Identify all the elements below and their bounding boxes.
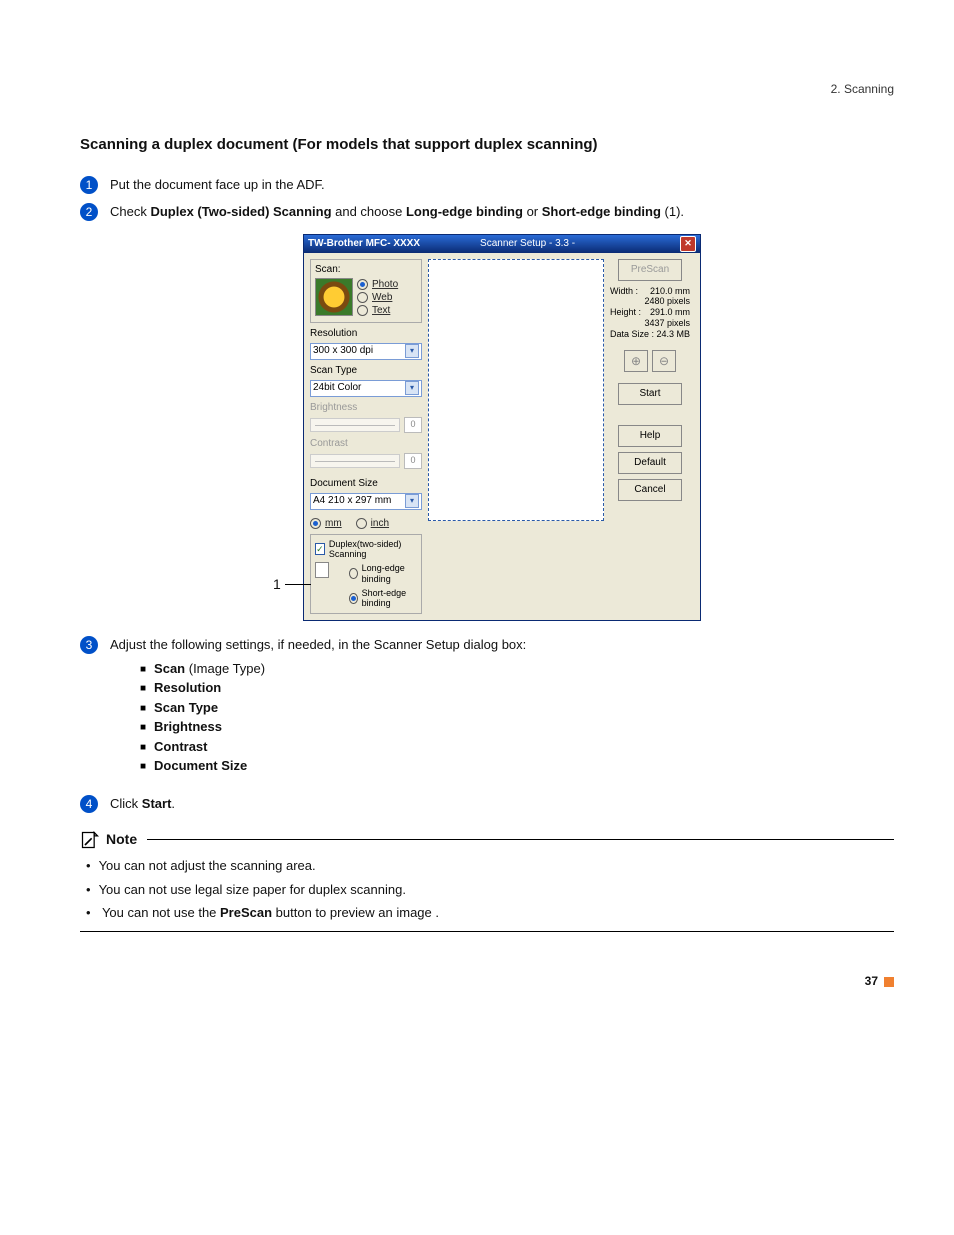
close-icon[interactable]: ✕ [680, 236, 696, 252]
step-3: 3 Adjust the following settings, if need… [80, 635, 894, 786]
note-item: You can not adjust the scanning area. [86, 856, 894, 876]
step-2-text: Check Duplex (Two-sided) Scanning and ch… [110, 202, 894, 222]
scanner-dialog: TW-Brother MFC- XXXX Scanner Setup - 3.3… [303, 234, 701, 622]
docsize-label: Document Size [310, 478, 422, 490]
step-1-text: Put the document face up in the ADF. [110, 175, 894, 195]
preview-area [428, 259, 604, 521]
prescan-button[interactable]: PreScan [618, 259, 682, 281]
default-button[interactable]: Default [618, 452, 682, 474]
unit-inch-radio[interactable]: inch [356, 518, 389, 530]
scantype-dropdown[interactable]: 24bit Color▾ [310, 380, 422, 397]
checkbox-icon: ✓ [315, 543, 325, 555]
cancel-button[interactable]: Cancel [618, 479, 682, 501]
long-edge-radio[interactable]: Long-edge binding [349, 563, 417, 585]
help-button[interactable]: Help [618, 425, 682, 447]
resolution-label: Resolution [310, 328, 422, 340]
scan-group: Scan: Photo Web Text [310, 259, 422, 323]
zoom-out-icon[interactable]: ⊖ [652, 350, 676, 372]
start-button[interactable]: Start [618, 383, 682, 405]
step-3-number: 3 [80, 636, 98, 654]
contrast-label: Contrast [310, 438, 422, 450]
scan-photo-radio[interactable]: Photo [357, 279, 398, 291]
note-label: Note [106, 829, 137, 850]
note-heading: Note [80, 829, 894, 850]
contrast-slider[interactable]: 0 [310, 453, 422, 469]
step-2: 2 Check Duplex (Two-sided) Scanning and … [80, 202, 894, 222]
step-4-number: 4 [80, 795, 98, 813]
scantype-label: Scan Type [310, 365, 422, 377]
short-edge-radio[interactable]: Short-edge binding [349, 588, 417, 610]
step-4: 4 Click Start. [80, 794, 894, 814]
scan-thumbnail [315, 278, 353, 316]
note-list: You can not adjust the scanning area. Yo… [80, 856, 894, 923]
chevron-down-icon: ▾ [405, 381, 419, 395]
chevron-down-icon: ▾ [405, 494, 419, 508]
step-2-number: 2 [80, 203, 98, 221]
brightness-slider[interactable]: 0 [310, 417, 422, 433]
dialog-setup-title: Scanner Setup - 3.3 - [480, 238, 575, 250]
chevron-down-icon: ▾ [405, 344, 419, 358]
scan-text-radio[interactable]: Text [357, 305, 398, 317]
dialog-titlebar: TW-Brother MFC- XXXX Scanner Setup - 3.3… [304, 235, 700, 253]
step-4-text: Click Start. [110, 794, 894, 814]
duplex-group: ✓ Duplex(two-sided) Scanning Long-edge b… [310, 534, 422, 615]
unit-mm-radio[interactable]: mm [310, 518, 342, 530]
step-1: 1 Put the document face up in the ADF. [80, 175, 894, 195]
note-icon [80, 830, 100, 850]
step-3-intro: Adjust the following settings, if needed… [110, 635, 894, 655]
step-3-list: Scan (Image Type) Resolution Scan Type B… [110, 659, 894, 776]
brightness-label: Brightness [310, 402, 422, 414]
note-item: You can not use the PreScan button to pr… [86, 903, 894, 923]
page-number: 37 [80, 972, 894, 990]
resolution-dropdown[interactable]: 300 x 300 dpi▾ [310, 343, 422, 360]
duplex-checkbox[interactable]: ✓ Duplex(two-sided) Scanning [315, 539, 417, 561]
scan-web-radio[interactable]: Web [357, 292, 398, 304]
callout-1: 1 [273, 574, 311, 595]
note-item: You can not use legal size paper for dup… [86, 880, 894, 900]
scanner-dialog-figure: TW-Brother MFC- XXXX Scanner Setup - 3.3… [110, 234, 894, 622]
dialog-app-title: TW-Brother MFC- XXXX [308, 238, 420, 250]
docsize-dropdown[interactable]: A4 210 x 297 mm▾ [310, 493, 422, 510]
page-title: Scanning a duplex document (For models t… [80, 134, 894, 157]
zoom-in-icon[interactable]: ⊕ [624, 350, 648, 372]
step-1-number: 1 [80, 176, 98, 194]
header-breadcrumb: 2. Scanning [80, 80, 894, 98]
note-divider [80, 931, 894, 932]
binding-icon [315, 562, 329, 578]
scan-info: Width :210.0 mm 2480 pixels Height :291.… [610, 286, 690, 340]
